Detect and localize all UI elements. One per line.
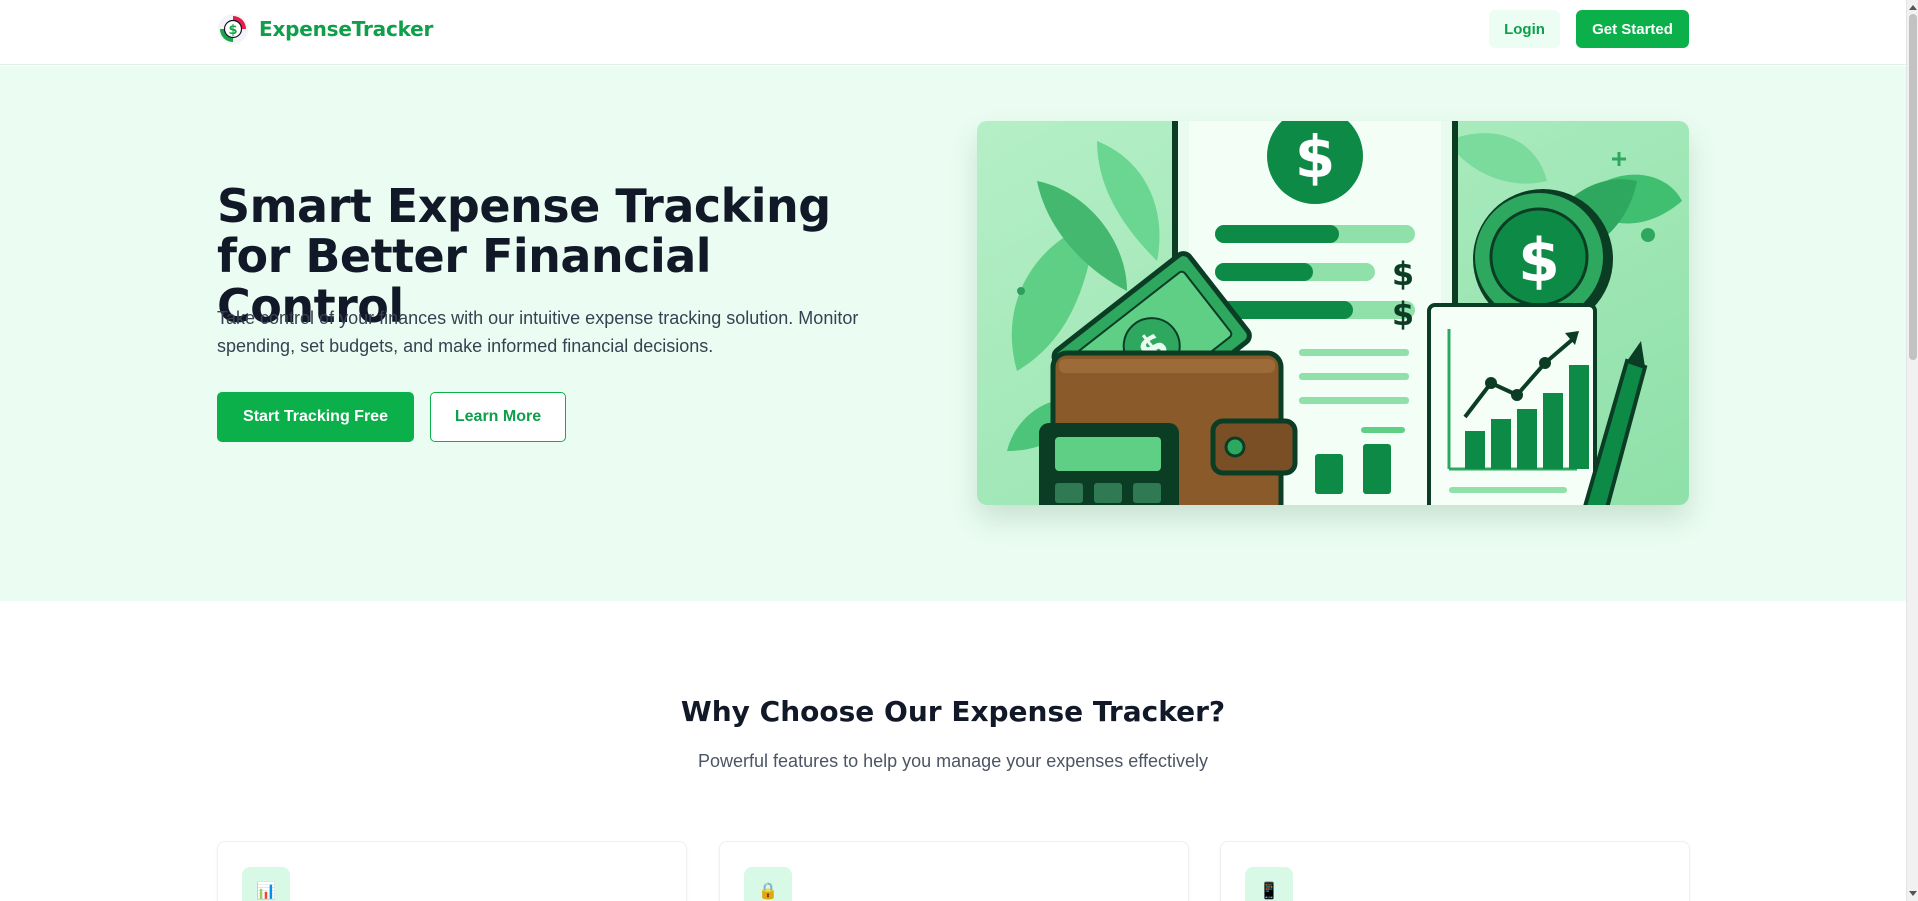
svg-text:$: $ [1295,123,1335,191]
svg-text:$: $ [1518,226,1560,296]
learn-more-button[interactable]: Learn More [430,392,566,442]
svg-text:$: $ [1392,255,1414,293]
scroll-down-arrow-icon[interactable] [1907,887,1918,901]
login-button[interactable]: Login [1489,10,1560,48]
lock-icon: 🔒 [744,867,792,901]
hero-illustration: $ $ $ $ $ [977,121,1689,505]
brand-name: ExpenseTracker [259,17,434,41]
dollar-coin-logo-icon: $ [218,14,248,44]
mobile-phone-icon: 📱 [1245,867,1293,901]
brand[interactable]: $ ExpenseTracker [217,13,433,45]
page-scrollbar[interactable] [1906,0,1918,901]
scroll-up-arrow-icon[interactable] [1907,0,1918,14]
bar-chart-icon: 📊 [242,867,290,901]
svg-text:$: $ [1392,295,1414,333]
features-title: Why Choose Our Expense Tracker? [680,695,1226,728]
get-started-button[interactable]: Get Started [1576,10,1689,48]
feature-card-3: 📱 [1220,841,1690,901]
hero-description: Take control of your finances with our i… [217,308,859,356]
wallet-money-chart-illustration: $ $ $ $ $ [977,121,1689,505]
feature-card-2: 🔒 [719,841,1189,901]
svg-text:$: $ [228,23,237,38]
features-subtitle: Powerful features to help you manage you… [698,751,1208,771]
start-tracking-button[interactable]: Start Tracking Free [217,392,414,442]
hero-section: Smart Expense Tracking for Better Financ… [0,66,1906,601]
feature-card-1: 📊 [217,841,687,901]
site-header: $ ExpenseTracker Login Get Started [0,0,1906,65]
scrollbar-thumb[interactable] [1909,14,1917,360]
